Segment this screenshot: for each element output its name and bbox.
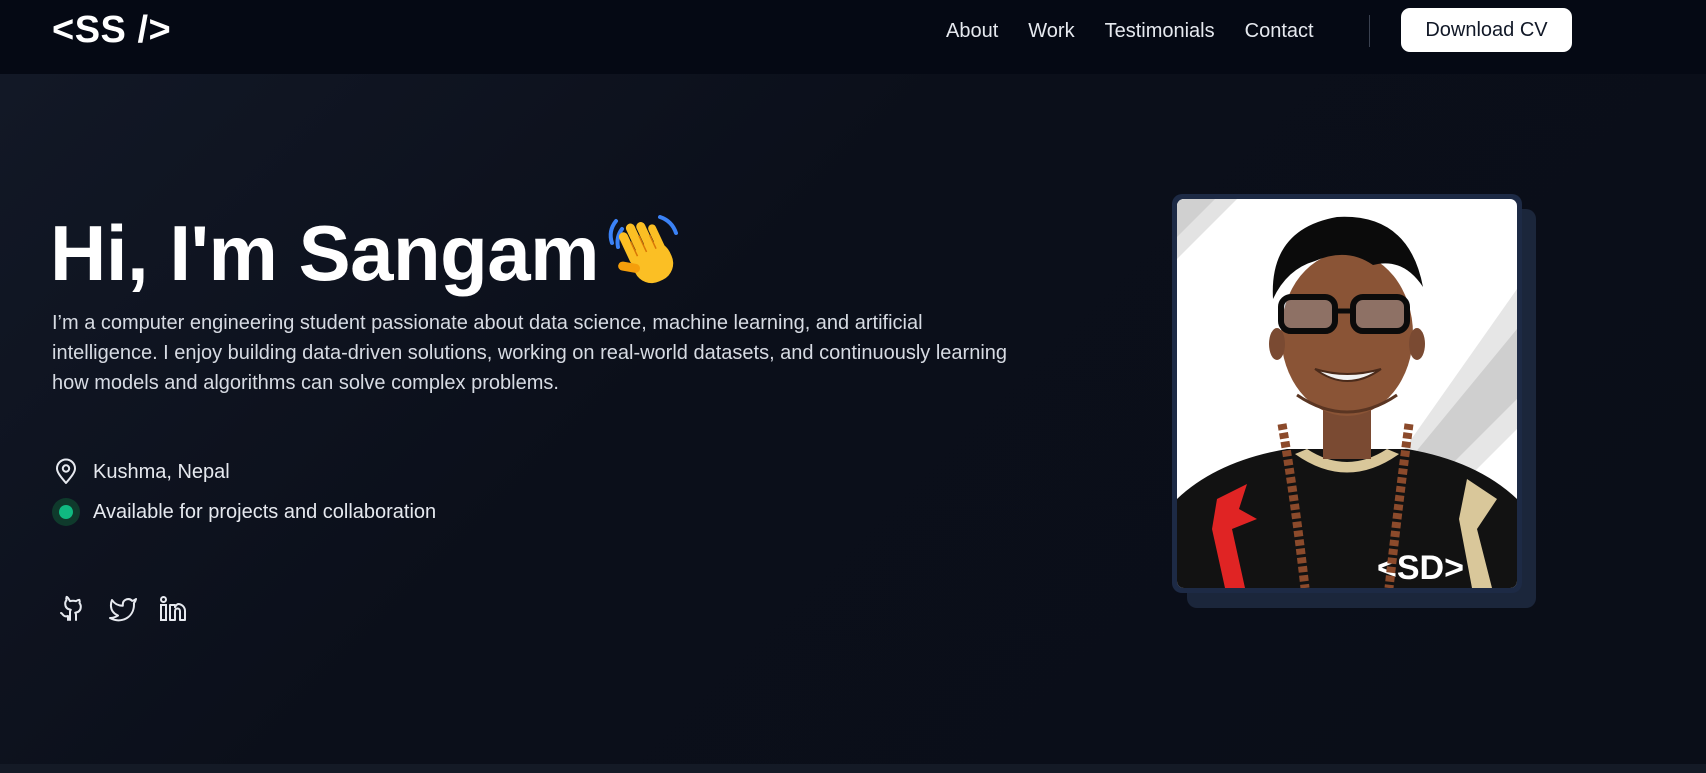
hero-intro-text: I’m a computer engineering student passi…: [52, 312, 1008, 394]
nav-testimonials-link[interactable]: Testimonials: [1105, 18, 1215, 44]
profile-photo: <SD>: [1177, 199, 1517, 588]
social-links: [57, 593, 207, 625]
nav-about-link[interactable]: About: [946, 18, 998, 44]
nav-work-link[interactable]: Work: [1028, 18, 1074, 44]
top-navbar: <SS /> About Work Testimonials Contact D…: [0, 0, 1706, 74]
download-cv-button[interactable]: Download CV: [1401, 8, 1572, 52]
map-pin-icon: [56, 458, 76, 484]
github-icon[interactable]: [57, 593, 89, 625]
location-row: Kushma, Nepal: [52, 458, 230, 486]
hero-headline: Hi, I'm Sangam: [50, 209, 600, 297]
linkedin-icon[interactable]: [157, 593, 189, 625]
status-dot-icon: [59, 505, 73, 519]
site-logo[interactable]: <SS />: [52, 10, 171, 50]
nav-divider: [1369, 15, 1370, 47]
location-label: Kushma, Nepal: [93, 461, 230, 483]
profile-photo-frame: <SD>: [1172, 194, 1522, 593]
nav-contact-link[interactable]: Contact: [1245, 18, 1314, 44]
waving-hand-icon: [608, 215, 678, 284]
availability-row: Available for projects and collaboration: [52, 498, 436, 526]
twitter-icon[interactable]: [107, 593, 139, 625]
availability-label: Available for projects and collaboration: [93, 501, 437, 523]
main-nav: About Work Testimonials Contact: [946, 18, 1344, 44]
status-indicator: [52, 498, 80, 526]
next-section-edge: [0, 764, 1706, 773]
